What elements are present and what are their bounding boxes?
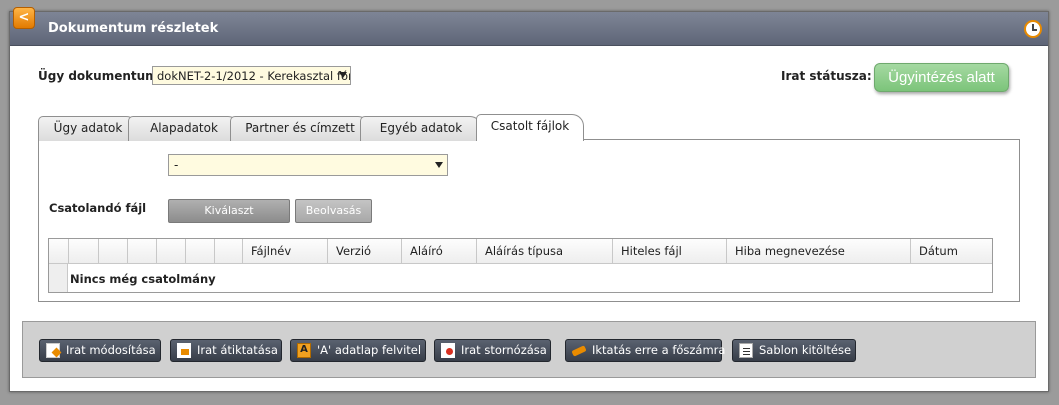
edit-document-icon <box>46 343 60 358</box>
scan-button[interactable]: Beolvasás <box>295 199 372 223</box>
tab-partner-es-cimzett[interactable]: Partner és címzett <box>230 116 370 141</box>
attachment-select[interactable]: - <box>168 154 448 176</box>
title-bar: Dokumentum részletek <box>10 12 1048 46</box>
form-a-icon: A <box>297 343 311 358</box>
cancel-document-label: Irat stornózása <box>461 343 547 357</box>
attachment-select-value: - <box>174 158 179 172</box>
back-button[interactable]: < <box>13 7 35 29</box>
chevron-down-icon <box>339 72 347 78</box>
form-a-label: 'A' adatlap felvitel <box>317 343 422 357</box>
template-icon <box>739 343 753 358</box>
form-a-button[interactable]: A 'A' adatlap felvitel <box>290 339 426 362</box>
status-badge: Ügyintézés alatt <box>874 63 1009 92</box>
grid-col-signer[interactable]: Aláíró <box>401 239 476 264</box>
chevron-down-icon <box>435 162 443 168</box>
attachments-grid: Fájlnév Verzió Aláíró Aláírás típusa Hit… <box>48 238 993 293</box>
attach-file-label: Csatolandó fájl <box>49 201 147 215</box>
grid-col-version[interactable]: Verzió <box>327 239 401 264</box>
grid-col-filename[interactable]: Fájlnév <box>242 239 327 264</box>
register-icon <box>572 343 586 358</box>
reregister-document-button[interactable]: Irat átiktatása <box>170 339 282 362</box>
register-main-number-label: Iktatás erre a főszámra <box>592 343 726 357</box>
fill-template-label: Sablon kitöltése <box>759 343 852 357</box>
grid-col-authentic-file[interactable]: Hiteles fájl <box>612 239 726 264</box>
grid-row-stub <box>49 264 68 292</box>
window-title: Dokumentum részletek <box>48 21 219 36</box>
grid-header: Fájlnév Verzió Aláíró Aláírás típusa Hit… <box>49 239 992 264</box>
grid-col-error-name[interactable]: Hiba megnevezése <box>726 239 910 264</box>
clock-icon[interactable] <box>1024 20 1042 38</box>
chevron-left-icon: < <box>18 10 30 25</box>
grid-icon-col <box>127 239 156 264</box>
cancel-document-icon <box>441 343 455 358</box>
case-documents-select[interactable]: dokNET-2-1/2012 - Kerekasztal fórum <box>152 66 351 85</box>
grid-icon-col <box>185 239 214 264</box>
grid-select-col <box>68 239 98 264</box>
move-document-icon <box>177 343 191 358</box>
grid-icon-col <box>214 239 242 264</box>
tab-csatolt-fajlok[interactable]: Csatolt fájlok <box>476 114 584 141</box>
cancel-document-button[interactable]: Irat stornózása <box>434 339 551 362</box>
modify-document-button[interactable]: Irat módosítása <box>39 339 161 362</box>
choose-file-button[interactable]: Kiválaszt <box>168 199 290 223</box>
modify-document-label: Irat módosítása <box>66 343 156 357</box>
grid-empty-text: Nincs még csatolmány <box>70 272 216 286</box>
fill-template-button[interactable]: Sablon kitöltése <box>732 339 856 362</box>
register-main-number-button[interactable]: Iktatás erre a főszámra <box>565 339 726 362</box>
case-documents-value: dokNET-2-1/2012 - Kerekasztal fórum <box>157 69 351 83</box>
grid-icon-col <box>156 239 185 264</box>
reregister-document-label: Irat átiktatása <box>197 343 278 357</box>
tab-alapadatok[interactable]: Alapadatok <box>128 116 240 141</box>
status-label: Irat státusza: <box>781 69 872 83</box>
tab-egyeb-adatok[interactable]: Egyéb adatok <box>360 116 482 141</box>
grid-icon-col <box>98 239 127 264</box>
tab-ugy-adatok[interactable]: Ügy adatok <box>38 116 138 141</box>
grid-col-signature-type[interactable]: Aláírás típusa <box>476 239 612 264</box>
grid-col-date[interactable]: Dátum <box>910 239 992 264</box>
